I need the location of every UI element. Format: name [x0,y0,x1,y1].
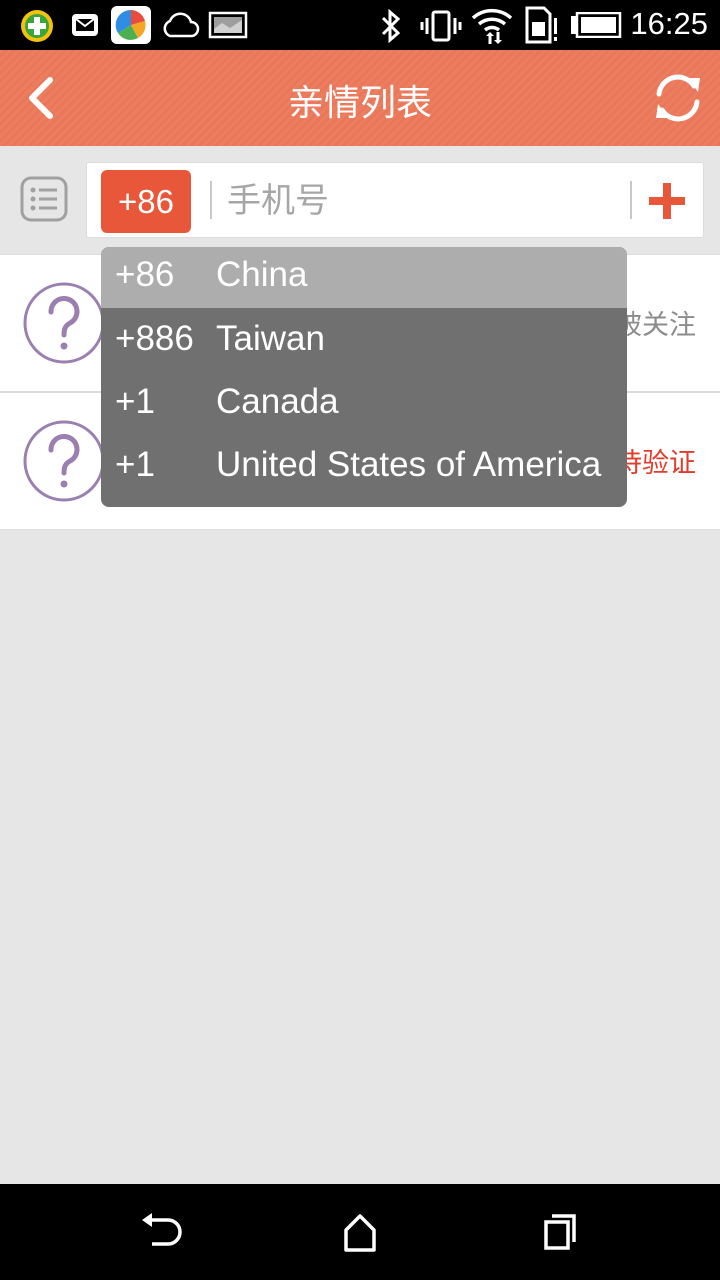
status-time: 16:25 [630,6,708,41]
divider [630,181,632,219]
app-header: 亲情列表 [0,50,720,146]
country-code-button[interactable]: +86 [101,170,191,233]
mail-icon [72,14,98,36]
refresh-icon [656,74,700,122]
contact-status: 被关注 [615,310,696,341]
back-icon[interactable] [130,1210,190,1254]
status-bar: 16:25 [0,0,720,50]
plus-icon [649,183,685,219]
cloud-icon [163,12,200,38]
divider [210,181,212,219]
vibrate-icon [420,10,462,42]
dropdown-option-usa[interactable]: +1 United States of America [101,435,627,497]
option-code: +1 [115,445,155,484]
home-icon[interactable] [330,1210,390,1254]
bluetooth-icon [381,8,401,44]
wifi-icon [471,8,513,44]
recent-apps-icon[interactable] [530,1210,590,1254]
dropdown-option-canada[interactable]: +1 Canada [101,372,627,434]
app-store-icon [111,6,151,44]
question-mark-icon [23,420,105,502]
option-code: +86 [115,255,175,294]
country-code-dropdown: +86 China +886 Taiwan +1 Canada +1 Unite… [101,247,627,507]
question-mark-icon [23,282,105,364]
phone-input[interactable] [227,175,607,227]
option-country: Canada [216,382,339,421]
add-button[interactable] [645,179,689,223]
image-icon [208,11,248,39]
shield-plus-icon [21,10,53,42]
dropdown-option-china[interactable]: +86 China [101,247,627,308]
phone-input-box: +86 [86,162,704,238]
page-title: 亲情列表 [287,83,432,124]
option-country: Taiwan [216,319,325,358]
dropdown-option-taiwan[interactable]: +886 Taiwan [101,309,627,371]
navigation-bar [0,1184,720,1280]
option-country: United States of America [216,445,602,484]
sim-card-icon [525,6,557,44]
list-icon[interactable] [20,176,68,222]
option-code: +886 [115,319,194,358]
option-country: China [216,255,308,294]
refresh-button[interactable] [650,70,706,126]
battery-icon [571,12,622,38]
contact-status: 待验证 [615,448,696,479]
option-code: +1 [115,382,155,421]
